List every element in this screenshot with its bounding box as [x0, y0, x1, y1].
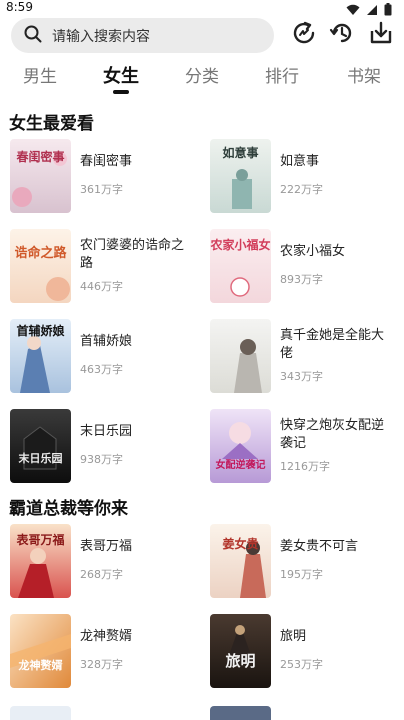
book-word-count: 343万字 [280, 370, 323, 383]
book-title: 真千金她是全能大佬 [280, 328, 385, 361]
book-cover-peek[interactable] [210, 706, 271, 720]
category-tabs: 男生 女生 分类 排行 书架 [0, 62, 404, 98]
active-tab-indicator [113, 90, 129, 94]
book-item[interactable]: 如意事 如意事 222万字 [210, 139, 400, 215]
book-cover [210, 319, 271, 393]
book-title: 农门婆婆的诰命之路 [80, 238, 185, 271]
section-title: 女生最爱看 [9, 114, 94, 134]
book-item[interactable]: 表哥万福 表哥万福 268万字 [10, 524, 200, 600]
book-item[interactable]: 龙神赘婿 龙神赘婿 328万字 [10, 614, 200, 690]
book-title: 姜女贵不可言 [280, 539, 359, 554]
book-cover: 姜女贵 [210, 524, 271, 598]
book-word-count: 893万字 [280, 273, 323, 286]
book-cover: 龙神赘婿 [10, 614, 71, 688]
download-button[interactable] [366, 20, 396, 50]
book-word-count: 446万字 [80, 280, 123, 293]
book-item[interactable]: 女配逆袭记 快穿之炮灰女配逆袭记 1216万字 [210, 409, 400, 485]
cover-title: 末日乐园 [18, 452, 63, 465]
book-item[interactable]: 旅明 旅明 253万字 [210, 614, 400, 690]
search-placeholder: 请输入搜索内容 [52, 28, 150, 45]
book-cover: 春闺密事 [10, 139, 71, 213]
tab-female-label: 女生 [103, 66, 139, 87]
book-word-count: 222万字 [280, 183, 323, 196]
book-word-count: 253万字 [280, 658, 323, 671]
cover-title: 如意事 [222, 146, 259, 160]
section-title: 霸道总裁等你来 [9, 499, 128, 519]
cover-title: 旅明 [225, 652, 256, 670]
book-cover: 农家小福女 [210, 229, 271, 303]
history-button[interactable] [327, 20, 357, 50]
tab-female[interactable]: 女生 [91, 62, 151, 94]
cover-title: 春闺密事 [16, 150, 65, 164]
book-title: 如意事 [280, 154, 320, 169]
status-time: 8:59 [6, 0, 33, 14]
book-cover: 诰命之路 [10, 229, 71, 303]
book-word-count: 361万字 [80, 183, 123, 196]
tab-ranking[interactable]: 排行 [252, 62, 312, 87]
tab-category[interactable]: 分类 [172, 62, 232, 87]
book-word-count: 938万字 [80, 453, 123, 466]
refresh-button[interactable] [289, 20, 319, 50]
cover-title: 女配逆袭记 [215, 460, 266, 471]
book-item[interactable]: 姜女贵 姜女贵不可言 195万字 [210, 524, 400, 600]
cover-title: 表哥万福 [16, 533, 65, 547]
book-word-count: 463万字 [80, 363, 123, 376]
book-item[interactable]: 真千金她是全能大佬 343万字 [210, 319, 400, 395]
cover-title: 农家小福女 [210, 238, 271, 252]
book-cover: 首辅娇娘 [10, 319, 71, 393]
book-title: 龙神赘婿 [80, 629, 133, 644]
book-title: 旅明 [280, 629, 307, 644]
top-bar: 请输入搜索内容 [0, 18, 404, 56]
book-title: 农家小福女 [280, 244, 346, 259]
book-cover: 女配逆袭记 [210, 409, 271, 483]
cover-title: 首辅娇娘 [16, 324, 65, 338]
search-input[interactable]: 请输入搜索内容 [11, 18, 274, 53]
book-title: 末日乐园 [80, 424, 133, 439]
book-cover: 如意事 [210, 139, 271, 213]
search-icon [24, 25, 42, 47]
book-word-count: 1216万字 [280, 460, 330, 473]
refresh-icon [291, 20, 317, 50]
book-item[interactable]: 农家小福女 农家小福女 893万字 [210, 229, 400, 305]
book-cover-peek[interactable] [10, 706, 71, 720]
book-cover: 表哥万福 [10, 524, 71, 598]
book-word-count: 328万字 [80, 658, 123, 671]
book-title: 首辅娇娘 [80, 334, 133, 349]
book-item[interactable]: 诰命之路 农门婆婆的诰命之路 446万字 [10, 229, 200, 305]
status-bar: 8:59 [0, 0, 404, 16]
book-title: 快穿之炮灰女配逆袭记 [280, 418, 385, 451]
book-cover: 旅明 [210, 614, 271, 688]
book-word-count: 268万字 [80, 568, 123, 581]
cover-title: 姜女贵 [222, 537, 259, 551]
cover-title: 龙神赘婿 [18, 659, 63, 672]
tab-male[interactable]: 男生 [10, 62, 70, 87]
book-word-count: 195万字 [280, 568, 323, 581]
book-item[interactable]: 春闺密事 春闺密事 361万字 [10, 139, 200, 215]
tab-bookshelf[interactable]: 书架 [334, 62, 394, 87]
book-item[interactable]: 首辅娇娘 首辅娇娘 463万字 [10, 319, 200, 395]
book-title: 表哥万福 [80, 539, 133, 554]
book-title: 春闺密事 [80, 154, 133, 169]
download-icon [368, 20, 394, 50]
cover-title: 诰命之路 [14, 246, 67, 261]
book-item[interactable]: 末日乐园 末日乐园 938万字 [10, 409, 200, 485]
history-icon [329, 20, 355, 50]
book-cover: 末日乐园 [10, 409, 71, 483]
